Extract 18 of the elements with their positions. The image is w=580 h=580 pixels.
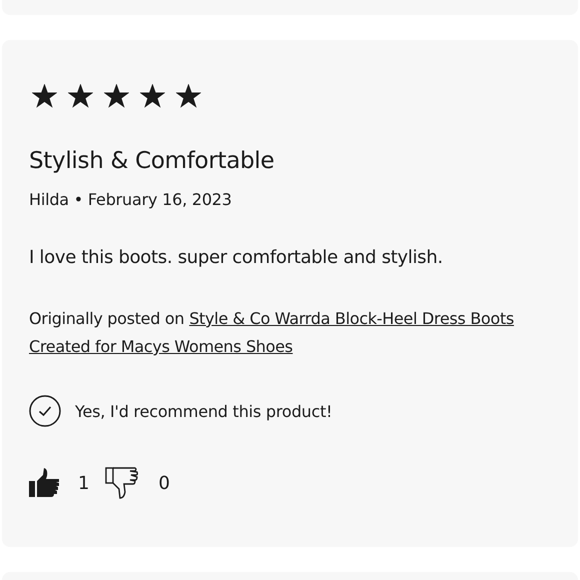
review-meta: Hilda • February 16, 2023	[29, 190, 233, 209]
star-icon	[104, 84, 129, 108]
star-icon	[176, 84, 201, 108]
thumbs-up-button[interactable]	[29, 468, 60, 499]
review-title: Stylish & Comfortable	[29, 148, 276, 174]
thumbs-down-icon	[105, 467, 140, 500]
helpful-count: 1	[78, 473, 90, 494]
thumbs-down-button[interactable]	[105, 467, 140, 500]
star-icon	[140, 84, 165, 108]
star-icon	[32, 84, 57, 108]
recommend-text: Yes, I'd recommend this product!	[75, 402, 332, 420]
product-link[interactable]: Created for Macys Womens Shoes	[29, 333, 293, 361]
origin-label: Originally posted on	[29, 308, 184, 330]
thumbs-up-icon	[29, 468, 60, 499]
product-link[interactable]: Style & Co Warrda Block-Heel Dress Boots	[189, 305, 514, 333]
review-text: I love this boots. super comfortable and stylish.	[29, 247, 444, 268]
star-icon	[68, 84, 93, 108]
unhelpful-count: 0	[158, 473, 170, 494]
